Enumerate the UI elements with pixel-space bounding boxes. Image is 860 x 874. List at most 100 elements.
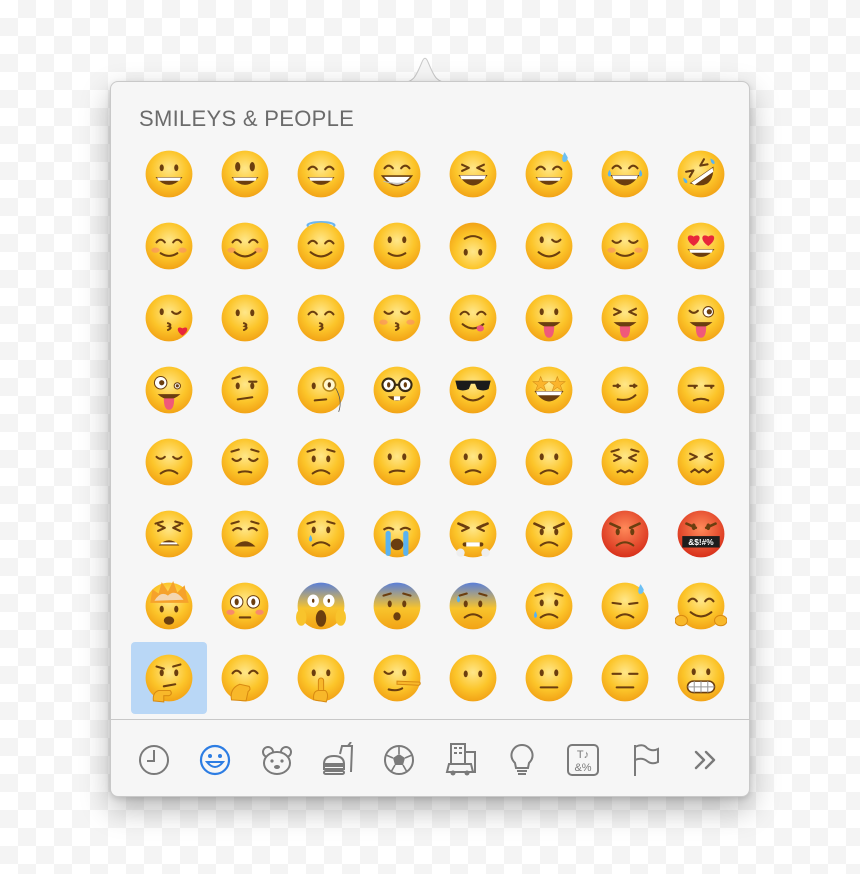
emoji-relieved-face[interactable] (587, 210, 663, 282)
confused-face-icon (373, 438, 421, 486)
emoji-persevering-face[interactable] (587, 426, 663, 498)
grinning-face-sweat-icon (525, 150, 573, 198)
emoji-tired-face[interactable] (131, 498, 207, 570)
emoji-face-raised-eyebrow[interactable] (207, 354, 283, 426)
emoji-disappointed-face[interactable] (131, 426, 207, 498)
emoji-confounded-face[interactable] (663, 426, 739, 498)
emoji-grid: &$!#% (131, 138, 739, 714)
face-with-tongue-icon (525, 294, 573, 342)
upside-down-face-icon (449, 222, 497, 270)
emoji-face-steam-from-nose[interactable] (435, 498, 511, 570)
emoji-weary-face[interactable] (207, 498, 283, 570)
emoji-face-without-mouth[interactable] (435, 642, 511, 714)
emoji-face-savoring-food[interactable] (435, 282, 511, 354)
emoji-kissing-face[interactable] (207, 282, 283, 354)
emoji-kissing-face-closed-eyes[interactable] (359, 282, 435, 354)
svg-text:&%: &% (575, 762, 592, 774)
tab-flag[interactable] (616, 735, 674, 785)
emoji-unamused-face[interactable] (663, 354, 739, 426)
emoji-winking-face-tongue[interactable] (663, 282, 739, 354)
emoji-face-blowing-kiss[interactable] (131, 282, 207, 354)
emoji-downcast-face-sweat[interactable] (587, 570, 663, 642)
emoji-zany-face[interactable] (131, 354, 207, 426)
emoji-grinning-face-big-eyes[interactable] (207, 138, 283, 210)
emoji-angry-face[interactable] (511, 498, 587, 570)
emoji-face-hand-over-mouth[interactable] (207, 642, 283, 714)
loudly-crying-face-icon (373, 510, 421, 558)
emoji-face-with-monocle[interactable] (283, 354, 359, 426)
face-blowing-kiss-icon (145, 294, 193, 342)
divider (111, 719, 749, 720)
emoji-face-with-tongue[interactable] (511, 282, 587, 354)
emoji-anxious-face-sweat[interactable] (435, 570, 511, 642)
emoji-flushed-face[interactable] (207, 570, 283, 642)
emoji-star-struck[interactable] (511, 354, 587, 426)
emoji-crying-face[interactable] (283, 498, 359, 570)
emoji-grinning-face-sweat[interactable] (511, 138, 587, 210)
emoji-frowning-face[interactable] (511, 426, 587, 498)
emoji-smiling-face-sunglasses[interactable] (435, 354, 511, 426)
tab-symbols[interactable]: T♪ &% (554, 735, 612, 785)
emoji-rolling-on-floor-laughing[interactable] (663, 138, 739, 210)
emoji-face-screaming-in-fear[interactable] (283, 570, 359, 642)
face-without-mouth-icon (449, 654, 497, 702)
svg-text:&$!#%: &$!#% (688, 537, 714, 547)
emoji-worried-face[interactable] (283, 426, 359, 498)
emoji-smirking-face[interactable] (587, 354, 663, 426)
emoji-kissing-face-smiling-eyes[interactable] (283, 282, 359, 354)
exploding-head-icon (145, 581, 193, 630)
emoji-neutral-face[interactable] (511, 642, 587, 714)
winking-face-tongue-icon (677, 294, 725, 342)
emoji-heart-eyes[interactable] (663, 210, 739, 282)
emoji-lying-face[interactable] (359, 642, 435, 714)
emoji-winking-face[interactable] (511, 210, 587, 282)
weary-face-icon (221, 510, 269, 558)
emoji-picker-popover: SMILEYS & PEOPLE &$!#% T♪ &% (110, 81, 750, 797)
emoji-grimacing-face[interactable] (663, 642, 739, 714)
face-with-monocle-icon (297, 366, 345, 414)
emoji-loudly-crying-face[interactable] (359, 498, 435, 570)
nerd-face-icon (373, 366, 421, 414)
emoji-fearful-face[interactable] (359, 570, 435, 642)
emoji-thinking-face[interactable] (131, 642, 207, 714)
tab-burger-drink[interactable] (309, 735, 367, 785)
tab-building-car[interactable] (432, 735, 490, 785)
emoji-grinning-squinting-face[interactable] (435, 138, 511, 210)
neutral-face-icon (525, 654, 573, 702)
emoji-upside-down-face[interactable] (435, 210, 511, 282)
emoji-grinning-face-smiling-eyes[interactable] (283, 138, 359, 210)
emoji-hugging-face[interactable] (663, 570, 739, 642)
emoji-squinting-face-tongue[interactable] (587, 282, 663, 354)
emoji-smiling-face[interactable] (131, 210, 207, 282)
emoji-sad-but-relieved-face[interactable] (511, 570, 587, 642)
emoji-expressionless-face[interactable] (587, 642, 663, 714)
tab-soccer-ball[interactable] (370, 735, 428, 785)
emoji-slightly-smiling-face[interactable] (359, 210, 435, 282)
tab-smiley[interactable] (186, 735, 244, 785)
emoji-smiling-face-smiling-eyes[interactable] (207, 210, 283, 282)
emoji-beaming-face[interactable] (359, 138, 435, 210)
emoji-exploding-head[interactable] (131, 570, 207, 642)
emoji-grinning-face[interactable] (131, 138, 207, 210)
emoji-face-tears-of-joy[interactable] (587, 138, 663, 210)
tab-lightbulb[interactable] (493, 735, 551, 785)
tab-bear[interactable] (248, 735, 306, 785)
chevrons-right-icon (694, 750, 716, 770)
zany-face-icon (145, 366, 193, 414)
emoji-pouting-face[interactable] (587, 498, 663, 570)
emoji-pensive-face[interactable] (207, 426, 283, 498)
smiley-icon (200, 744, 231, 776)
winking-face-icon (525, 222, 573, 270)
tab-chevrons-right[interactable] (677, 735, 735, 785)
thinking-face-icon (145, 654, 193, 703)
emoji-shushing-face[interactable] (283, 642, 359, 714)
flushed-face-icon (221, 582, 269, 630)
emoji-smiling-face-halo[interactable] (283, 210, 359, 282)
emoji-confused-face[interactable] (359, 426, 435, 498)
tab-clock[interactable] (125, 735, 183, 785)
emoji-slightly-frowning-face[interactable] (435, 426, 511, 498)
popover-arrow (400, 57, 450, 84)
emoji-face-with-symbols[interactable]: &$!#% (663, 498, 739, 570)
hugging-face-icon (675, 582, 727, 630)
emoji-nerd-face[interactable] (359, 354, 435, 426)
